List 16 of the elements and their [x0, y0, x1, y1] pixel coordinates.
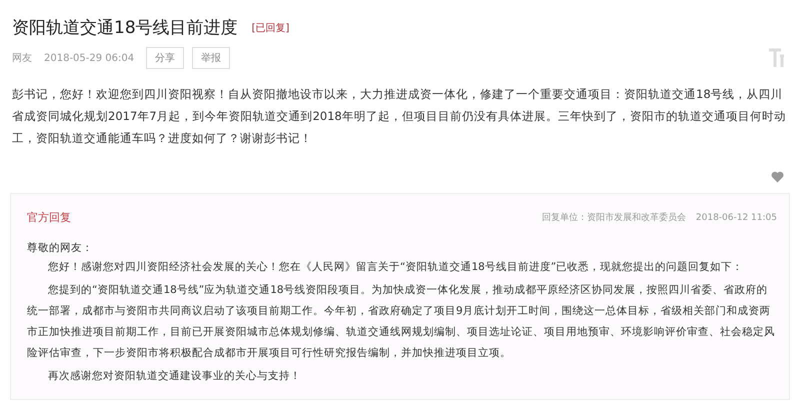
action-button[interactable]: 举报: [192, 47, 230, 69]
author-name: 网友: [12, 52, 32, 65]
reply-greeting: 尊敬的网友：: [27, 241, 94, 255]
logo-icon: [768, 48, 786, 68]
post-body: 彭书记，您好！欢迎您到四川资阳视察！自从资阳撤地设市以来，大力推进成资一体化，修建了一个重要交通项目：资阳轨道交通18号线，从四川省成资同城化规划2017年7月起，到今年资阳轨道交通到2018年明了起，但项目目前仍没有具体进展。三年快到了，资阳市的轨道交通项目何时动工，资阳轨道交通能通车吗？进度如何了？谢谢彭书记！: [12, 86, 787, 147]
reply-paragraph: 再次感谢您对资阳轨道交通建设事业的关心与支持！: [47, 369, 302, 384]
reply-time: 2018-06-12 11:05: [696, 212, 777, 222]
post-time: 2018-05-29 06:04: [44, 52, 134, 64]
post-title: 资阳轨道交通18号线目前进度: [12, 17, 238, 39]
reply-paragraph: 您提到的“资阳轨道交通18号线”应为轨道交通18号线资阳段项目。为加快成资一体化发展，推动成都平原经济区协同发展，按照四川省委、省政府的统一部署，成都市与资阳市共同商议启动了该项目前期工作。今年初，省政府确定了项目9月底计划开工时间，围绕这一总体目标，省级相关部门和成资两市正加快推进项目前期工作，目前已开展资阳城市总体规划修编、轨道交通线网规划编制、项目选址论证、项目用地预审、环境影响评价审查、社会稳定风险评估审查，下一步资阳市将积极配合成都市开展项目可行性研究报告编制，并加快推进项目立项。: [27, 283, 776, 361]
reply-status: [已回复]: [252, 22, 290, 34]
reply-label: 官方回复: [27, 210, 71, 225]
action-button[interactable]: 分享: [146, 47, 184, 69]
reply-paragraph: 您好！感谢您对四川资阳经济社会发展的关心！您在《人民网》留言关于“资阳轨道交通18号线目前进度”已收悉，现就您提出的问题回复如下：: [47, 260, 744, 275]
heart-icon[interactable]: [771, 171, 784, 183]
reply-unit: 回复单位：资阳市发展和改革委员会: [542, 211, 686, 224]
